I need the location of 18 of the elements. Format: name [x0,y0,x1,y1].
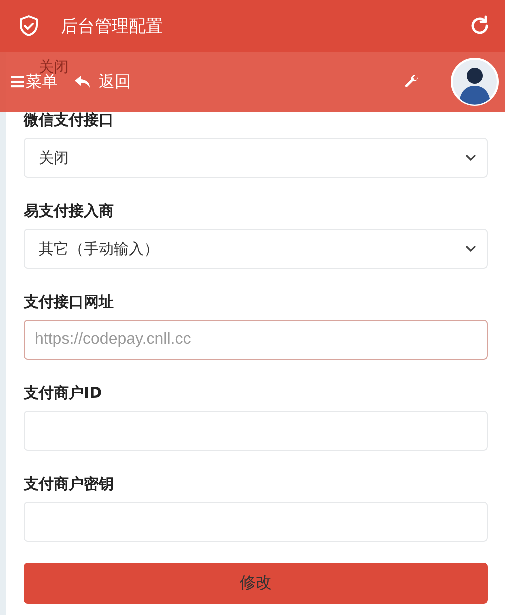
field-label: 支付商户ID [24,383,104,403]
chevron-down-icon [465,154,477,162]
back-link[interactable]: 返回 [99,72,131,92]
shield-check-icon [17,14,41,38]
submit-button[interactable]: 修改 [24,563,488,604]
field-label: 支付接口网址 [24,292,115,312]
field-label: 支付商户密钥 [24,474,115,494]
select-field[interactable]: 关闭 [24,138,488,178]
field-label: 易支付接入商 [24,201,115,221]
avatar-icon[interactable] [451,58,499,106]
select-field[interactable]: 其它（手动输入） [24,229,488,269]
reply-arrow-icon[interactable] [74,75,92,89]
input-field[interactable]: https://codepay.cnll.cc [24,320,488,360]
page-title: 后台管理配置 [61,16,164,38]
chevron-down-icon [465,245,477,253]
covered-value-text: 关闭 [39,58,69,76]
menu-icon[interactable] [11,76,24,88]
field-label: 微信支付接口 [24,110,115,130]
